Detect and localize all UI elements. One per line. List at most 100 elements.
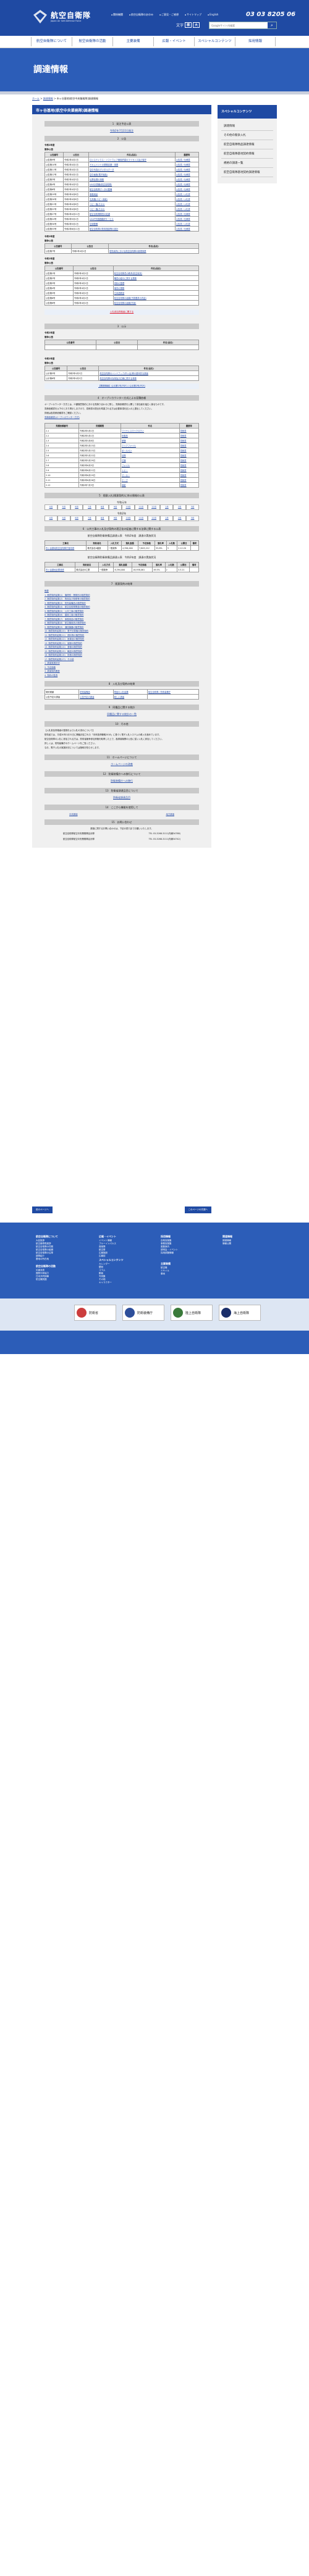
month-link[interactable]: 1月: [160, 516, 174, 521]
table-link[interactable]: 見積書: [180, 430, 187, 432]
table-link[interactable]: 事務用品: [90, 193, 98, 196]
table-link[interactable]: 公告書 / 入札書: [176, 198, 190, 201]
contract-result-link[interactable]: 4. 契約の監査: [44, 674, 199, 678]
table-link[interactable]: トナー: [122, 469, 128, 472]
transition-link[interactable]: 防衛装備庁への移行: [111, 779, 133, 782]
gnav-events[interactable]: 広報・イベント: [153, 37, 194, 46]
text-size-standard-button[interactable]: 標: [185, 22, 192, 28]
table-link[interactable]: ファイル: [122, 464, 130, 467]
table-link[interactable]: 公告書 / 仕様書: [176, 174, 190, 176]
sidebar-item-competitive[interactable]: その他の競争入札: [221, 131, 273, 140]
month-link[interactable]: 11月: [134, 504, 148, 510]
gnav-equipment[interactable]: 主要装備: [112, 37, 153, 46]
utility-link-related[interactable]: 関係機関: [111, 13, 123, 17]
footer-link[interactable]: 基地の所在地: [36, 1258, 58, 1261]
table-link[interactable]: 公告書 / 入札書: [176, 193, 190, 196]
table-link[interactable]: 航空自衛隊の組織(外部): [114, 302, 137, 304]
local-procurement-link[interactable]: 地方調達: [166, 813, 174, 816]
table-link[interactable]: 公告書 / 仕様書: [176, 188, 190, 191]
month-link[interactable]: 6月: [70, 504, 83, 510]
gnav-special[interactable]: スペシャルコンテンツ: [194, 37, 235, 46]
table-link[interactable]: 資料の整理: [114, 282, 124, 285]
sidebar-item-procurement[interactable]: 調達情報: [221, 122, 273, 131]
table-link[interactable]: 空調整備: [90, 223, 98, 225]
table-link[interactable]: 公告予定の調達: [80, 696, 94, 698]
table-link[interactable]: 用紙: [122, 484, 126, 487]
month-link[interactable]: 5月: [57, 504, 70, 510]
table-link[interactable]: コピー機(その2): [90, 208, 104, 211]
search-button[interactable]: ⌕: [268, 22, 276, 28]
table-link[interactable]: 日本語教室: [114, 292, 124, 295]
footer-link[interactable]: 防空識別圏: [36, 1278, 56, 1281]
page-top-button[interactable]: このページの先頭へ: [184, 1206, 211, 1213]
banner-mod[interactable]: 防衛省: [74, 1305, 116, 1321]
breadcrumb-home[interactable]: ホーム: [32, 97, 40, 100]
table-link[interactable]: 公告書 / 入札書: [176, 203, 190, 206]
items-link[interactable]: 防衛省調達品目: [113, 796, 130, 799]
oc-link[interactable]: 見積依頼書(オープンカウンター方式): [44, 416, 80, 419]
month-link[interactable]: 11月: [134, 516, 148, 521]
utility-link-english[interactable]: English: [208, 13, 218, 17]
sidebar-item-standards[interactable]: 規格の調達一覧: [221, 159, 273, 168]
table-link[interactable]: マーカー: [122, 474, 130, 477]
footer-heading[interactable]: スペシャルコンテンツ: [99, 1258, 124, 1261]
month-link[interactable]: 10月: [121, 504, 135, 510]
table-link[interactable]: 見積書: [180, 459, 187, 462]
table-link[interactable]: 航空自衛隊 / 防衛装備庁: [148, 691, 171, 693]
month-link[interactable]: 4月: [44, 504, 57, 510]
footer-link[interactable]: 情報公開: [222, 1242, 232, 1245]
table-link[interactable]: 見積書: [180, 445, 187, 447]
table-link[interactable]: 航空自衛隊データの整備: [90, 188, 112, 191]
qualification-link[interactable]: 入札参加資格者に関する: [110, 311, 134, 313]
table-link[interactable]: 公告書 / 仕様書: [176, 183, 190, 186]
utility-link-history[interactable]: 航空自衛隊のあゆみ: [129, 13, 153, 17]
month-link[interactable]: 3月: [186, 516, 199, 521]
gnav-about[interactable]: 航空自衛隊について: [31, 37, 72, 46]
table-link[interactable]: 見積書: [180, 440, 187, 442]
banner-msdf[interactable]: 海上自衛隊: [219, 1305, 261, 1321]
month-link[interactable]: 7月: [83, 504, 96, 510]
table-link[interactable]: 見積書: [180, 435, 187, 437]
table-link[interactable]: 案内の業務: [114, 287, 124, 290]
table-link[interactable]: ロジスティクス・ソフトウェア使用許諾のライセンス及び保守: [90, 159, 146, 161]
table-link[interactable]: 航空自衛隊員の教育(航空保安): [114, 272, 142, 275]
table-link[interactable]: 化粧品: [122, 435, 128, 437]
table-link[interactable]: 公告書 / 入札書: [176, 223, 190, 225]
table-link[interactable]: 航空自衛隊の防衛施設等の設計: [90, 228, 118, 230]
month-link[interactable]: 9月: [109, 504, 122, 510]
footer-links[interactable]: サイトの利用について | プライバシーポリシー | 著作権について: [0, 2569, 309, 2572]
breadcrumb-procurement[interactable]: 調達情報: [43, 97, 53, 100]
table-link[interactable]: 公告書 / 仕様書: [176, 164, 190, 166]
table-link[interactable]: 見積書: [180, 474, 187, 477]
table-link[interactable]: 防衛装備品: [80, 691, 90, 693]
utility-link-feedback[interactable]: ご意見・ご感想: [159, 13, 179, 17]
footer-heading[interactable]: 航空自衛隊の活動: [36, 1265, 56, 1268]
sidebar-item-base-contracts[interactable]: 航空自衛隊基地契約調達情報: [221, 168, 273, 177]
sidebar-item-goods[interactable]: 航空自衛隊物品調達情報: [221, 140, 273, 149]
month-link[interactable]: 8月: [96, 504, 109, 510]
table-link[interactable]: ボールペン: [122, 450, 132, 452]
table-link[interactable]: クリアファイル: [122, 445, 136, 447]
back-button[interactable]: 前のページへ: [32, 1206, 53, 1213]
table-link[interactable]: 空中画像(電子納品): [90, 174, 108, 176]
table-link[interactable]: 公告書 / 仕様書: [176, 228, 190, 230]
pub-cell[interactable]: 市ヶ谷基地倉庫改修: [44, 567, 76, 572]
banner-atla[interactable]: 防衛装備庁: [122, 1305, 164, 1321]
table-link[interactable]: 公告書 / 仕様書: [176, 213, 190, 215]
table-link[interactable]: 公告書 / 入札書: [176, 208, 190, 211]
table-link[interactable]: 公告書 / 仕様書: [176, 169, 190, 171]
table-link[interactable]: 見積書: [180, 469, 187, 472]
table-link[interactable]: 職員の給与に関する業務: [114, 277, 137, 280]
month-link[interactable]: 12月: [147, 504, 161, 510]
footer-link[interactable]: キャラクター: [99, 1281, 124, 1284]
month-link[interactable]: 10月: [121, 516, 135, 521]
statistics-link[interactable]: 同種品に関する統計の一覧: [107, 713, 137, 716]
section-1-link[interactable]: 令和2年7月22日発注: [110, 129, 133, 132]
related-info-link[interactable]: 【関連情報】公示第1号(PDF) / 公示第2号(PDF): [98, 385, 145, 387]
table-link[interactable]: 見積書: [180, 450, 187, 452]
table-link[interactable]: 付箋: [122, 459, 126, 462]
sidebar-item-contracts[interactable]: 航空自衛隊基地契約情報: [221, 149, 273, 159]
table-link[interactable]: 封筒: [122, 454, 126, 457]
table-link[interactable]: 航空自衛隊の組織(予算要求の内容): [114, 297, 146, 299]
month-link[interactable]: 2月: [173, 504, 187, 510]
